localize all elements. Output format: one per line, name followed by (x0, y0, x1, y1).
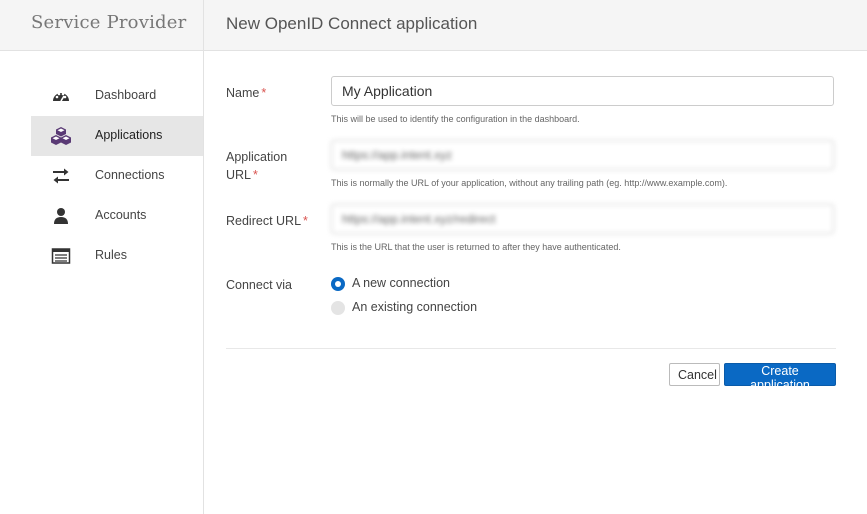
redirect-url-label-text: Redirect URL (226, 214, 302, 228)
sidebar-item-label: Accounts (95, 208, 147, 222)
cancel-button[interactable]: Cancel (669, 363, 720, 386)
radio-selected-icon[interactable] (331, 277, 345, 291)
rules-icon (51, 248, 71, 264)
applications-icon (51, 127, 71, 145)
required-marker: * (303, 214, 308, 228)
sidebar-item-label: Connections (95, 168, 165, 182)
redirect-url-hint: This is the URL that the user is returne… (331, 242, 621, 252)
page-title: New OpenID Connect application (226, 14, 478, 33)
sidebar-item-applications[interactable]: Applications (31, 116, 203, 156)
app-brand: Service Provider (31, 12, 187, 33)
name-input[interactable] (331, 76, 834, 106)
name-label: Name * (226, 84, 266, 102)
application-url-label-line2: URL (226, 168, 252, 182)
radio-label: A new connection (352, 276, 450, 290)
radio-label: An existing connection (352, 300, 478, 314)
sidebar-item-label: Rules (95, 248, 127, 262)
redirect-url-input[interactable] (331, 204, 834, 234)
required-marker: * (261, 86, 267, 100)
connect-via-label: Connect via (226, 278, 293, 292)
form-divider (226, 348, 836, 349)
required-marker: * (253, 168, 258, 182)
application-url-label: Application URL * (226, 148, 287, 184)
sidebar-item-dashboard[interactable]: Dashboard (31, 76, 203, 116)
application-url-hint: This is normally the URL of your applica… (331, 178, 728, 188)
name-label-text: Name (226, 86, 260, 100)
redirect-url-label: Redirect URL * (226, 212, 308, 230)
sidebar: Dashboard Applications Connections Accou… (0, 51, 204, 514)
sidebar-item-label: Applications (95, 128, 163, 142)
form-panel: Name* This will be used to identify the … (204, 51, 867, 514)
create-application-button[interactable]: Create application (724, 363, 836, 392)
page-header: New OpenID Connect application (204, 0, 867, 51)
connections-icon (53, 168, 69, 184)
sidebar-item-rules[interactable]: Rules (31, 236, 203, 276)
dashboard-icon (53, 92, 69, 102)
sidebar-item-connections[interactable]: Connections (31, 156, 203, 196)
accounts-icon (54, 208, 68, 224)
radio-unselected-icon[interactable] (331, 301, 345, 315)
name-hint: This will be used to identify the config… (331, 114, 580, 124)
application-url-label-line1: Application (226, 150, 288, 164)
sidebar-item-label: Dashboard (95, 88, 157, 102)
brand-header: Service Provider (0, 0, 204, 51)
application-url-input[interactable] (331, 140, 834, 170)
sidebar-item-accounts[interactable]: Accounts (31, 196, 203, 236)
